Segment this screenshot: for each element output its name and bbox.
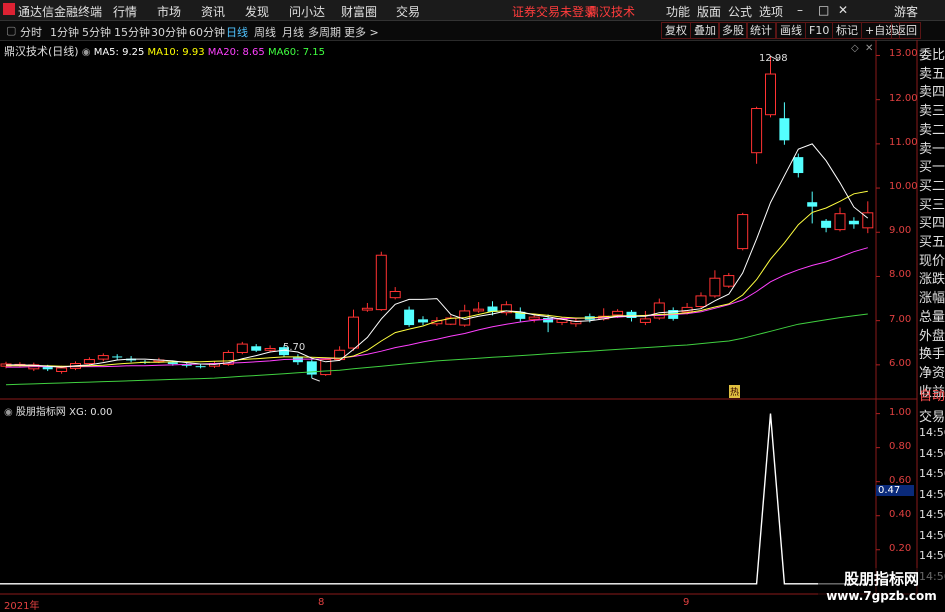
candle-body[interactable] xyxy=(639,318,651,323)
side-field-label: 买四 xyxy=(919,216,945,232)
y-tick-label: 8.00 xyxy=(889,269,912,281)
side-field-label: 外盘 xyxy=(919,328,945,344)
indicator-y-tick-label: 0.20 xyxy=(889,542,912,554)
xg-line xyxy=(0,413,868,585)
high-price-label: 12.98 xyxy=(759,53,788,64)
candle-body[interactable] xyxy=(167,362,178,364)
watermark-url: www.7gpzb.com xyxy=(826,589,937,603)
y-tick-label: 10.00 xyxy=(889,181,918,193)
candle-body[interactable] xyxy=(751,108,763,154)
chart-canvas[interactable] xyxy=(0,0,945,609)
candle-body[interactable] xyxy=(779,118,790,141)
indicator-y-tick-label: 1.00 xyxy=(889,406,912,418)
candle-body[interactable] xyxy=(793,157,804,174)
candle-body[interactable] xyxy=(236,343,248,353)
y-tick-label: 12.00 xyxy=(889,92,918,104)
y-tick-label: 11.00 xyxy=(889,136,918,148)
tick-time: 14:56 xyxy=(919,426,945,439)
candle-body[interactable] xyxy=(389,290,401,299)
side-field-label: 净资 xyxy=(919,365,945,381)
tick-time: 14:56 xyxy=(919,446,945,460)
tick-time: 14:56 xyxy=(919,467,945,480)
candle-body[interactable] xyxy=(807,202,818,207)
side-field-label: 买一 xyxy=(919,160,945,176)
side-field-label: 涨跌 xyxy=(919,272,945,288)
low-pointer xyxy=(311,377,320,382)
candle-body[interactable] xyxy=(264,347,276,351)
candle-body[interactable] xyxy=(361,307,373,311)
side-field-label: 现价 xyxy=(919,253,945,269)
side-field-label: 卖五 xyxy=(919,66,945,82)
candle-body[interactable] xyxy=(821,220,832,228)
y-tick-label: 13.00 xyxy=(889,48,918,60)
x-axis-label-aug: 8 xyxy=(318,597,325,608)
tick-time: 14:56 xyxy=(919,487,945,501)
tick-time: 14:56 xyxy=(919,528,945,542)
candle-body[interactable] xyxy=(348,316,359,349)
x-axis-label-year: 2021年 xyxy=(4,601,40,612)
watermark-title: 股朋指标网 xyxy=(843,570,919,588)
candle-body[interactable] xyxy=(404,309,415,326)
candle-body[interactable] xyxy=(737,214,749,250)
indicator-y-tick-label: 0.80 xyxy=(889,440,912,452)
side-field-label: 卖一 xyxy=(919,141,945,157)
side-field-label: 卖四 xyxy=(919,85,945,101)
side-field-label: 卖三 xyxy=(919,104,945,120)
candle-body[interactable] xyxy=(626,311,637,319)
candle-body[interactable] xyxy=(418,319,428,323)
candle-body[interactable] xyxy=(375,254,387,311)
candle-body[interactable] xyxy=(612,310,624,316)
candle-body[interactable] xyxy=(848,220,859,225)
watermark: 股朋指标网 www.7gpzb.com xyxy=(818,568,945,609)
tick-time: 14:56 xyxy=(919,549,945,562)
y-tick-label: 6.00 xyxy=(889,357,912,369)
x-axis-label-sep: 9 xyxy=(683,597,690,608)
ma20-line xyxy=(6,247,868,368)
candle-body[interactable] xyxy=(251,346,262,351)
candle-body[interactable] xyxy=(97,355,109,360)
candle-body[interactable] xyxy=(723,275,735,287)
side-field-label: 买二 xyxy=(919,178,945,194)
candle-body[interactable] xyxy=(83,359,95,365)
candle-body[interactable] xyxy=(112,356,123,358)
side-trade-label[interactable]: 交易 xyxy=(919,406,945,425)
tick-time: 14:56 xyxy=(919,508,945,521)
ma5-line xyxy=(6,143,869,368)
candle-body[interactable] xyxy=(528,316,540,320)
indicator-cursor-value: 0.47 xyxy=(876,485,914,496)
side-trade-label[interactable]: 自动 xyxy=(919,385,945,404)
candle-body[interactable] xyxy=(709,277,721,297)
candle-body[interactable] xyxy=(834,213,846,231)
y-tick-label: 9.00 xyxy=(889,225,912,237)
side-field-label: 买五 xyxy=(919,235,945,250)
low-price-label: 5.70 xyxy=(283,342,306,353)
side-field-label: 涨幅 xyxy=(919,291,945,307)
candle-body[interactable] xyxy=(42,367,53,370)
candle-body[interactable] xyxy=(292,357,303,363)
candle-body[interactable] xyxy=(473,308,485,312)
candle-body[interactable] xyxy=(195,366,206,368)
candle-body[interactable] xyxy=(56,367,68,372)
side-field-label: 委比 xyxy=(919,48,945,63)
hot-marker[interactable]: 热 xyxy=(729,385,741,398)
y-tick-label: 7.00 xyxy=(889,313,912,325)
side-field-label: 卖二 xyxy=(919,122,945,138)
candle-body[interactable] xyxy=(765,73,776,116)
side-field-label: 买三 xyxy=(919,197,945,213)
side-field-label: 换手 xyxy=(919,347,945,363)
candle-body[interactable] xyxy=(695,295,707,308)
side-field-label: 总量 xyxy=(919,309,945,325)
indicator-y-tick-label: 0.40 xyxy=(889,508,912,520)
